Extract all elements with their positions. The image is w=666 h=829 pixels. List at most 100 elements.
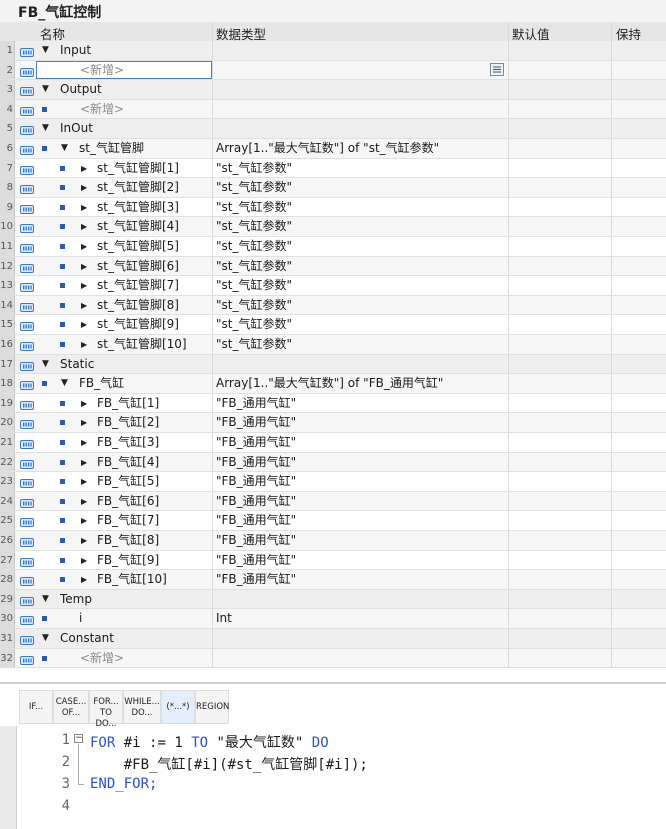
table-row[interactable]: 24 ▶ FB_气缸[6] "FB_通用气缸" bbox=[0, 491, 666, 512]
variable-name[interactable]: FB_气缸[4] bbox=[97, 453, 159, 472]
expand-right-icon[interactable]: ▶ bbox=[81, 394, 87, 413]
expand-right-icon[interactable]: ▶ bbox=[81, 237, 87, 256]
data-type-cell[interactable]: Array[1.."最大气缸数"] of "st_气缸参数" bbox=[216, 139, 439, 158]
variable-name[interactable]: st_气缸管脚[7] bbox=[97, 276, 179, 295]
expand-down-icon[interactable]: ▼ bbox=[42, 629, 49, 648]
variable-name[interactable]: st_气缸管脚[9] bbox=[97, 315, 179, 334]
variable-name[interactable]: FB_气缸[8] bbox=[97, 531, 159, 550]
expand-right-icon[interactable]: ▶ bbox=[81, 217, 87, 236]
expand-right-icon[interactable]: ▶ bbox=[81, 453, 87, 472]
variable-name[interactable]: FB_气缸[6] bbox=[97, 492, 159, 511]
variable-name[interactable]: FB_气缸[10] bbox=[97, 570, 167, 589]
code-line[interactable]: FOR #i := 1 TO "最大气缸数" DO bbox=[90, 732, 329, 752]
variable-name[interactable]: FB_气缸[9] bbox=[97, 551, 159, 570]
table-row[interactable]: 28 ▶ FB_气缸[10] "FB_通用气缸" bbox=[0, 570, 666, 590]
comment-button[interactable]: (*...*) bbox=[161, 690, 195, 724]
expand-right-icon[interactable]: ▶ bbox=[81, 315, 87, 334]
variable-name[interactable]: st_气缸管脚[3] bbox=[97, 198, 179, 217]
data-type-cell[interactable]: "st_气缸参数" bbox=[216, 335, 292, 354]
data-type-cell[interactable]: "FB_通用气缸" bbox=[216, 472, 296, 491]
variable-name[interactable]: st_气缸管脚[8] bbox=[97, 296, 179, 315]
table-row[interactable]: 4 <新增> bbox=[0, 99, 666, 120]
add-new-placeholder[interactable]: <新增> bbox=[80, 61, 124, 80]
variable-name[interactable]: st_气缸管脚[2] bbox=[97, 178, 179, 197]
data-type-cell[interactable]: "FB_通用气缸" bbox=[216, 511, 296, 530]
section-row[interactable]: 29 ▼ Temp bbox=[0, 589, 666, 610]
add-new-placeholder[interactable]: <新增> bbox=[80, 649, 124, 668]
expand-right-icon[interactable]: ▶ bbox=[81, 492, 87, 511]
table-row[interactable]: 25 ▶ FB_气缸[7] "FB_通用气缸" bbox=[0, 511, 666, 531]
table-row[interactable]: 7 ▶ st_气缸管脚[1] "st_气缸参数" bbox=[0, 158, 666, 179]
data-type-cell[interactable]: "FB_通用气缸" bbox=[216, 394, 296, 413]
table-row[interactable]: 11 ▶ st_气缸管脚[5] "st_气缸参数" bbox=[0, 237, 666, 257]
variable-name[interactable]: st_气缸管脚[10] bbox=[97, 335, 187, 354]
data-type-cell[interactable]: "st_气缸参数" bbox=[216, 237, 292, 256]
code-line[interactable]: #FB_气缸[#i](#st_气缸管脚[#i]); bbox=[90, 754, 368, 774]
table-row[interactable]: 26 ▶ FB_气缸[8] "FB_通用气缸" bbox=[0, 531, 666, 551]
data-type-cell[interactable]: "st_气缸参数" bbox=[216, 296, 292, 315]
for-button[interactable]: FOR... TO DO... bbox=[89, 690, 123, 729]
expand-right-icon[interactable]: ▶ bbox=[81, 296, 87, 315]
table-row[interactable]: 2 <新增> bbox=[0, 60, 666, 81]
variable-name[interactable]: FB_气缸[1] bbox=[97, 394, 159, 413]
while-button[interactable]: WHILE... DO... bbox=[123, 690, 161, 724]
section-row[interactable]: 17 ▼ Static bbox=[0, 354, 666, 375]
table-row[interactable]: 16 ▶ st_气缸管脚[10] "st_气缸参数" bbox=[0, 335, 666, 355]
table-row[interactable]: 19 ▶ FB_气缸[1] "FB_通用气缸" bbox=[0, 393, 666, 414]
expand-down-icon[interactable]: ▼ bbox=[42, 355, 49, 374]
variable-name[interactable]: st_气缸管脚 bbox=[79, 139, 144, 158]
section-row[interactable]: 3 ▼ Output bbox=[0, 80, 666, 100]
data-type-cell[interactable]: "FB_通用气缸" bbox=[216, 413, 296, 432]
data-type-cell[interactable]: "st_气缸参数" bbox=[216, 276, 292, 295]
data-type-cell[interactable]: "st_气缸参数" bbox=[216, 198, 292, 217]
table-row[interactable]: 20 ▶ FB_气缸[2] "FB_通用气缸" bbox=[0, 413, 666, 433]
expand-right-icon[interactable]: ▶ bbox=[81, 472, 87, 491]
data-type-cell[interactable]: "FB_通用气缸" bbox=[216, 570, 296, 589]
variable-name[interactable]: st_气缸管脚[5] bbox=[97, 237, 179, 256]
expand-right-icon[interactable]: ▶ bbox=[81, 276, 87, 295]
table-row[interactable]: 22 ▶ FB_气缸[4] "FB_通用气缸" bbox=[0, 452, 666, 473]
table-row[interactable]: 9 ▶ st_气缸管脚[3] "st_气缸参数" bbox=[0, 197, 666, 218]
data-type-cell[interactable]: "FB_通用气缸" bbox=[216, 453, 296, 472]
table-row[interactable]: 30 i Int bbox=[0, 609, 666, 629]
variable-name[interactable]: FB_气缸 bbox=[79, 374, 124, 393]
data-type-cell[interactable]: "FB_通用气缸" bbox=[216, 551, 296, 570]
collapse-icon[interactable]: − bbox=[74, 734, 83, 743]
data-type-cell[interactable]: Array[1.."最大气缸数"] of "FB_通用气缸" bbox=[216, 374, 443, 393]
data-type-cell[interactable]: "st_气缸参数" bbox=[216, 257, 292, 276]
data-type-cell[interactable]: "st_气缸参数" bbox=[216, 217, 292, 236]
data-type-cell[interactable]: "FB_通用气缸" bbox=[216, 433, 296, 452]
expand-down-icon[interactable]: ▼ bbox=[61, 139, 68, 158]
expand-right-icon[interactable]: ▶ bbox=[81, 570, 87, 589]
region-button[interactable]: REGION bbox=[195, 690, 229, 724]
table-row[interactable]: 23 ▶ FB_气缸[5] "FB_通用气缸" bbox=[0, 472, 666, 492]
data-type-cell[interactable]: "FB_通用气缸" bbox=[216, 492, 296, 511]
expand-right-icon[interactable]: ▶ bbox=[81, 413, 87, 432]
variable-name[interactable]: st_气缸管脚[1] bbox=[97, 159, 179, 178]
table-row[interactable]: 18 ▼ FB_气缸 Array[1.."最大气缸数"] of "FB_通用气缸" bbox=[0, 374, 666, 394]
data-type-cell[interactable]: "st_气缸参数" bbox=[216, 178, 292, 197]
variable-name[interactable]: st_气缸管脚[6] bbox=[97, 257, 179, 276]
variable-name[interactable]: FB_气缸[3] bbox=[97, 433, 159, 452]
section-row[interactable]: 5 ▼ InOut bbox=[0, 119, 666, 139]
expand-right-icon[interactable]: ▶ bbox=[81, 159, 87, 178]
expand-right-icon[interactable]: ▶ bbox=[81, 511, 87, 530]
table-row[interactable]: 6 ▼ st_气缸管脚 Array[1.."最大气缸数"] of "st_气缸参数" bbox=[0, 139, 666, 159]
variable-name[interactable]: i bbox=[79, 609, 82, 628]
table-row[interactable]: 8 ▶ st_气缸管脚[2] "st_气缸参数" bbox=[0, 178, 666, 198]
case-button[interactable]: CASE... OF... bbox=[53, 690, 89, 724]
variable-name[interactable]: FB_气缸[7] bbox=[97, 511, 159, 530]
expand-down-icon[interactable]: ▼ bbox=[42, 590, 49, 609]
expand-right-icon[interactable]: ▶ bbox=[81, 433, 87, 452]
table-row[interactable]: 27 ▶ FB_气缸[9] "FB_通用气缸" bbox=[0, 550, 666, 571]
expand-down-icon[interactable]: ▼ bbox=[42, 80, 49, 99]
expand-down-icon[interactable]: ▼ bbox=[61, 374, 68, 393]
variable-name[interactable]: st_气缸管脚[4] bbox=[97, 217, 179, 236]
code-line[interactable]: END_FOR; bbox=[90, 776, 157, 792]
add-new-placeholder[interactable]: <新增> bbox=[80, 100, 124, 119]
table-row[interactable]: 12 ▶ st_气缸管脚[6] "st_气缸参数" bbox=[0, 256, 666, 277]
table-row[interactable]: 14 ▶ st_气缸管脚[8] "st_气缸参数" bbox=[0, 295, 666, 316]
expand-right-icon[interactable]: ▶ bbox=[81, 198, 87, 217]
section-row[interactable]: 31 ▼ Constant bbox=[0, 629, 666, 649]
data-type-cell[interactable]: Int bbox=[216, 609, 232, 628]
